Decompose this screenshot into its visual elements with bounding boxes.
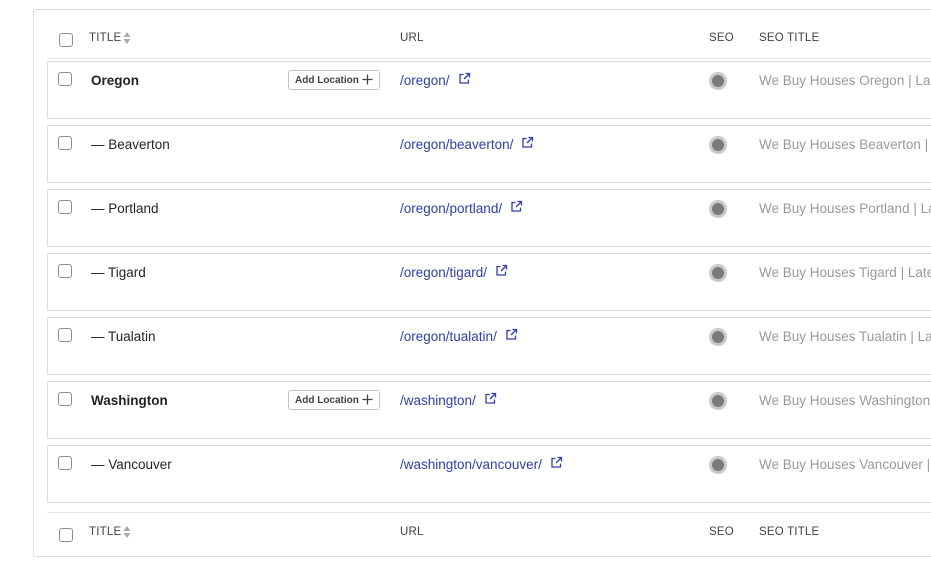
seo-title-text: We Buy Houses Oregon | La	[759, 73, 931, 88]
row-checkbox[interactable]	[58, 456, 72, 470]
location-url[interactable]: /washington/	[400, 393, 476, 408]
seo-title-text: We Buy Houses Portland | La	[759, 201, 931, 216]
seo-title-text: We Buy Houses Tualatin | La	[759, 329, 931, 344]
location-url-link[interactable]: /oregon/tualatin/	[400, 328, 518, 344]
location-url[interactable]: /oregon/tualatin/	[400, 329, 497, 344]
column-title-header[interactable]: TITLE	[89, 32, 121, 44]
column-seo-footer: SEO	[709, 526, 734, 538]
column-title-footer[interactable]: TITLE	[89, 526, 121, 538]
location-title[interactable]: — Tualatin	[91, 329, 156, 344]
sort-icon[interactable]	[123, 525, 131, 539]
external-link-icon[interactable]	[495, 264, 508, 277]
row-checkbox[interactable]	[58, 264, 72, 278]
column-url-header: URL	[400, 32, 424, 44]
row-checkbox[interactable]	[58, 72, 72, 86]
location-url[interactable]: /oregon/	[400, 73, 450, 88]
table-footer: TITLE URL SEO SEO TITLE	[47, 512, 931, 553]
external-link-icon[interactable]	[550, 456, 563, 469]
seo-title-text: We Buy Houses Tigard | Late	[759, 265, 931, 280]
add-location-label: Add Location	[295, 74, 359, 86]
external-link-icon[interactable]	[484, 392, 497, 405]
external-link-icon[interactable]	[521, 136, 534, 149]
table-row: — Tigard/oregon/tigard/We Buy Houses Tig…	[47, 253, 931, 311]
location-title[interactable]: — Beaverton	[91, 137, 170, 152]
location-url[interactable]: /oregon/tigard/	[400, 265, 487, 280]
location-title[interactable]: — Portland	[91, 201, 159, 216]
location-title[interactable]: — Vancouver	[91, 457, 172, 472]
column-seo-title-footer: SEO TITLE	[759, 526, 820, 538]
seo-title-text: We Buy Houses Beaverton |	[759, 137, 929, 152]
table-row: — Vancouver/washington/vancouver/We Buy …	[47, 445, 931, 503]
seo-status-indicator	[709, 72, 727, 90]
location-url-link[interactable]: /washington/vancouver/	[400, 456, 563, 472]
seo-status-indicator	[709, 456, 727, 474]
seo-status-indicator	[709, 392, 727, 410]
seo-status-indicator	[709, 264, 727, 282]
select-all-checkbox[interactable]	[59, 33, 73, 47]
add-location-button[interactable]: Add Location	[288, 70, 380, 90]
row-checkbox[interactable]	[58, 328, 72, 342]
seo-status-indicator	[709, 200, 727, 218]
seo-status-indicator	[709, 328, 727, 346]
external-link-icon[interactable]	[510, 200, 523, 213]
external-link-icon[interactable]	[458, 72, 471, 85]
location-title[interactable]: Washington	[91, 393, 168, 408]
row-checkbox[interactable]	[58, 136, 72, 150]
seo-title-text: We Buy Houses Vancouver |	[759, 457, 931, 472]
table-row: — Tualatin/oregon/tualatin/We Buy Houses…	[47, 317, 931, 375]
seo-title-text: We Buy Houses Washington	[759, 393, 931, 408]
plus-icon	[362, 394, 373, 405]
sort-icon[interactable]	[123, 31, 131, 45]
location-url-link[interactable]: /washington/	[400, 392, 497, 408]
locations-table: TITLE URL SEO SEO TITLE Oregon Add Locati…	[33, 9, 931, 557]
add-location-label: Add Location	[295, 394, 359, 406]
location-url-link[interactable]: /oregon/portland/	[400, 200, 523, 216]
column-url-footer: URL	[400, 526, 424, 538]
row-checkbox[interactable]	[58, 200, 72, 214]
column-seo-title-header: SEO TITLE	[759, 32, 820, 44]
location-title[interactable]: Oregon	[91, 73, 139, 88]
seo-status-indicator	[709, 136, 727, 154]
location-url-link[interactable]: /oregon/beaverton/	[400, 136, 534, 152]
add-location-button[interactable]: Add Location	[288, 390, 380, 410]
location-title[interactable]: — Tigard	[91, 265, 146, 280]
location-url-link[interactable]: /oregon/tigard/	[400, 264, 508, 280]
location-url[interactable]: /oregon/beaverton/	[400, 137, 513, 152]
table-row: Washington Add Location/washington/We Buy…	[47, 381, 931, 439]
location-url[interactable]: /oregon/portland/	[400, 201, 502, 216]
table-row: Oregon Add Location/oregon/We Buy Houses …	[47, 61, 931, 119]
column-seo-header: SEO	[709, 32, 734, 44]
select-all-checkbox-footer[interactable]	[59, 528, 73, 542]
location-url[interactable]: /washington/vancouver/	[400, 457, 542, 472]
table-header: TITLE URL SEO SEO TITLE	[47, 18, 931, 59]
table-row: — Beaverton/oregon/beaverton/We Buy Hous…	[47, 125, 931, 183]
external-link-icon[interactable]	[505, 328, 518, 341]
row-checkbox[interactable]	[58, 392, 72, 406]
plus-icon	[362, 74, 373, 85]
location-url-link[interactable]: /oregon/	[400, 72, 471, 88]
table-row: — Portland/oregon/portland/We Buy Houses…	[47, 189, 931, 247]
